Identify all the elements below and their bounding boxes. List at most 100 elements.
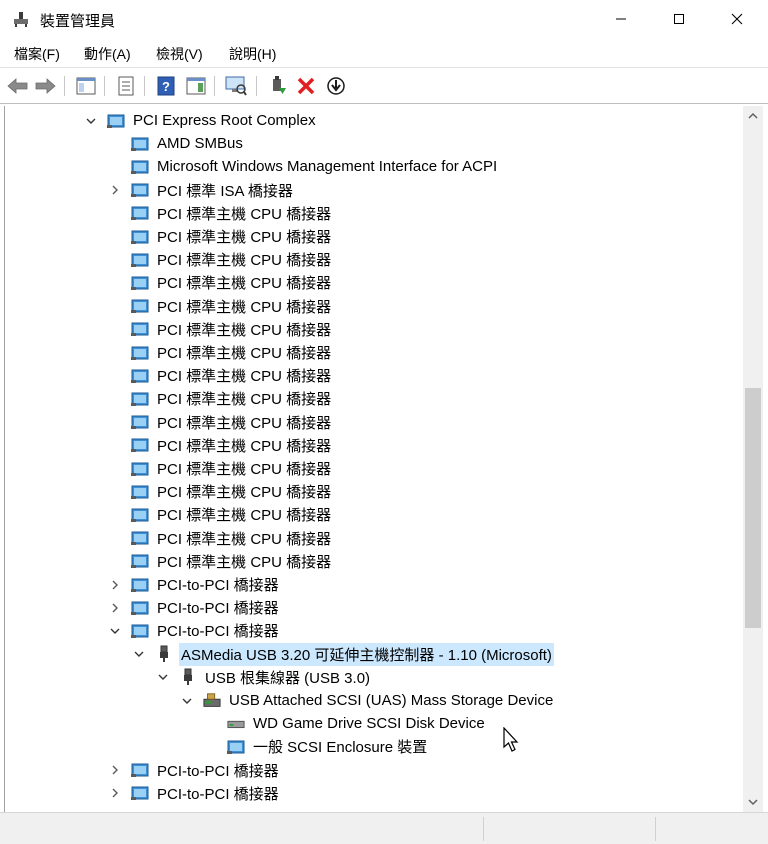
- usb-plug-icon: [155, 645, 173, 663]
- tree-row[interactable]: PCI Express Root Complex: [83, 109, 318, 132]
- chevron-down-icon: [86, 118, 96, 124]
- tree-row-label: 一般 SCSI Enclosure 裝置: [253, 739, 428, 757]
- tree-row-label: PCI 標準主機 CPU 橋接器: [157, 229, 332, 246]
- help-icon[interactable]: ?: [154, 74, 178, 98]
- device-icon: [131, 252, 149, 268]
- device-icon: [131, 298, 149, 314]
- scroll-down-button[interactable]: [743, 792, 763, 812]
- tree-row[interactable]: ASMedia USB 3.20 可延伸主機控制器 - 1.10 (Micros…: [131, 642, 554, 666]
- action-pane-icon[interactable]: [184, 74, 208, 98]
- device-icon: [131, 368, 149, 384]
- chevron-down-icon: [134, 651, 144, 658]
- tree-row-label: PCI 標準主機 CPU 橋接器: [157, 507, 332, 525]
- tree-row[interactable]: PCI 標準主機 CPU 橋接器: [107, 341, 333, 364]
- properties-icon[interactable]: [114, 74, 138, 98]
- tree-row[interactable]: USB Attached SCSI (UAS) Mass Storage Dev…: [179, 689, 555, 712]
- expand-toggle[interactable]: [107, 577, 123, 593]
- menu-file[interactable]: 檔案(F): [10, 44, 64, 64]
- expand-toggle[interactable]: [107, 785, 123, 801]
- maximize-icon: [674, 14, 684, 24]
- scroll-up-button[interactable]: [743, 106, 763, 126]
- uninstall-device-icon[interactable]: [294, 74, 318, 98]
- tree-row[interactable]: PCI-to-PCI 橋接器: [107, 573, 281, 596]
- device-tree[interactable]: PCI Express Root Complex AMD SMBus Microso…: [4, 106, 768, 812]
- forward-arrow-icon[interactable]: [33, 74, 57, 98]
- tree-row-label: PCI 標準主機 CPU 橋接器: [157, 275, 332, 293]
- tree-row-label: PCI 標準主機 CPU 橋接器: [157, 368, 332, 386]
- tree-row[interactable]: PCI 標準主機 CPU 橋接器: [107, 480, 333, 503]
- expander-placeholder: [203, 716, 219, 732]
- device-icon: [131, 391, 149, 407]
- tree-row-label: USB 根集線器 (USB 3.0): [205, 669, 371, 687]
- maximize-button[interactable]: [650, 0, 708, 38]
- expander-placeholder: [107, 205, 123, 221]
- tree-row[interactable]: Microsoft Windows Management Interface f…: [107, 155, 499, 178]
- tree-row-label: PCI-to-PCI 橋接器: [157, 577, 279, 594]
- scroll-thumb[interactable]: [745, 388, 761, 628]
- collapse-toggle[interactable]: [83, 113, 99, 129]
- device-icon: [131, 205, 149, 221]
- tree-row[interactable]: WD Game Drive SCSI Disk Device: [203, 712, 487, 735]
- tree-row[interactable]: PCI 標準主機 CPU 橋接器: [107, 202, 333, 225]
- expander-placeholder: [107, 391, 123, 407]
- collapse-toggle[interactable]: [179, 693, 195, 709]
- device-manager-app-icon: [12, 10, 30, 28]
- tree-row[interactable]: PCI 標準主機 CPU 橋接器: [107, 318, 333, 341]
- tree-row[interactable]: PCI 標準主機 CPU 橋接器: [107, 364, 333, 387]
- tree-row[interactable]: PCI 標準主機 CPU 橋接器: [107, 457, 333, 480]
- tree-row[interactable]: PCI 標準主機 CPU 橋接器: [107, 248, 333, 271]
- tree-row[interactable]: USB 根集線器 (USB 3.0): [155, 666, 372, 689]
- device-icon: [131, 182, 149, 198]
- chevron-right-icon: [112, 765, 118, 775]
- device-icon: [131, 275, 149, 291]
- expander-placeholder: [107, 345, 123, 361]
- chevron-down-icon: [748, 799, 758, 806]
- close-icon: [731, 13, 743, 25]
- expand-toggle[interactable]: [107, 762, 123, 778]
- tree-row[interactable]: AMD SMBus: [107, 132, 245, 155]
- tree-row[interactable]: PCI-to-PCI 橋接器: [107, 619, 281, 642]
- tree-row[interactable]: PCI 標準主機 CPU 橋接器: [107, 225, 333, 248]
- collapse-toggle[interactable]: [131, 646, 147, 662]
- disk-drive-icon: [227, 716, 245, 732]
- tree-row-label: PCI 標準 ISA 橋接器: [157, 182, 293, 200]
- update-driver-icon[interactable]: [266, 74, 290, 98]
- show-hide-console-tree-icon[interactable]: [74, 74, 98, 98]
- expand-toggle[interactable]: [107, 600, 123, 616]
- close-button[interactable]: [708, 0, 766, 38]
- tree-row[interactable]: PCI 標準主機 CPU 橋接器: [107, 271, 333, 294]
- tree-row[interactable]: PCI-to-PCI 橋接器: [107, 759, 281, 782]
- tree-row[interactable]: PCI 標準主機 CPU 橋接器: [107, 295, 333, 318]
- device-icon: [131, 507, 149, 523]
- scan-hardware-icon[interactable]: [224, 74, 248, 98]
- tree-row[interactable]: PCI 標準 ISA 橋接器: [107, 179, 295, 202]
- menu-action[interactable]: 動作(A): [80, 44, 135, 64]
- vertical-scrollbar[interactable]: [743, 106, 763, 812]
- tree-row[interactable]: PCI 標準主機 CPU 橋接器: [107, 550, 333, 573]
- disable-device-icon[interactable]: [324, 74, 348, 98]
- device-icon: [131, 414, 149, 430]
- tree-row-label: PCI-to-PCI 橋接器: [157, 623, 279, 641]
- tree-row[interactable]: PCI-to-PCI 橋接器: [107, 782, 281, 805]
- menu-help[interactable]: 說明(H): [225, 44, 280, 64]
- tree-row[interactable]: 一般 SCSI Enclosure 裝置: [203, 735, 429, 758]
- window-title: 裝置管理員: [40, 13, 116, 30]
- tree-row[interactable]: PCI-to-PCI 橋接器: [107, 596, 281, 619]
- tree-row[interactable]: PCI 標準主機 CPU 橋接器: [107, 527, 333, 550]
- tree-row-label: PCI-to-PCI 橋接器: [157, 785, 279, 803]
- tree-row[interactable]: PCI 標準主機 CPU 橋接器: [107, 411, 333, 434]
- expand-toggle[interactable]: [107, 182, 123, 198]
- collapse-toggle[interactable]: [107, 623, 123, 639]
- minimize-button[interactable]: [592, 0, 650, 38]
- expander-placeholder: [107, 368, 123, 384]
- tree-row-label: PCI 標準主機 CPU 橋接器: [157, 484, 332, 502]
- toolbar-separator: [144, 76, 145, 96]
- collapse-toggle[interactable]: [155, 669, 171, 685]
- tree-row[interactable]: PCI 標準主機 CPU 橋接器: [107, 434, 333, 457]
- chevron-down-icon: [158, 674, 168, 681]
- tree-row[interactable]: PCI 標準主機 CPU 橋接器: [107, 503, 333, 526]
- tree-row-label: USB Attached SCSI (UAS) Mass Storage Dev…: [229, 692, 554, 709]
- tree-row[interactable]: PCI 標準主機 CPU 橋接器: [107, 387, 333, 410]
- menu-view[interactable]: 檢視(V): [152, 44, 207, 64]
- back-arrow-icon[interactable]: [6, 74, 30, 98]
